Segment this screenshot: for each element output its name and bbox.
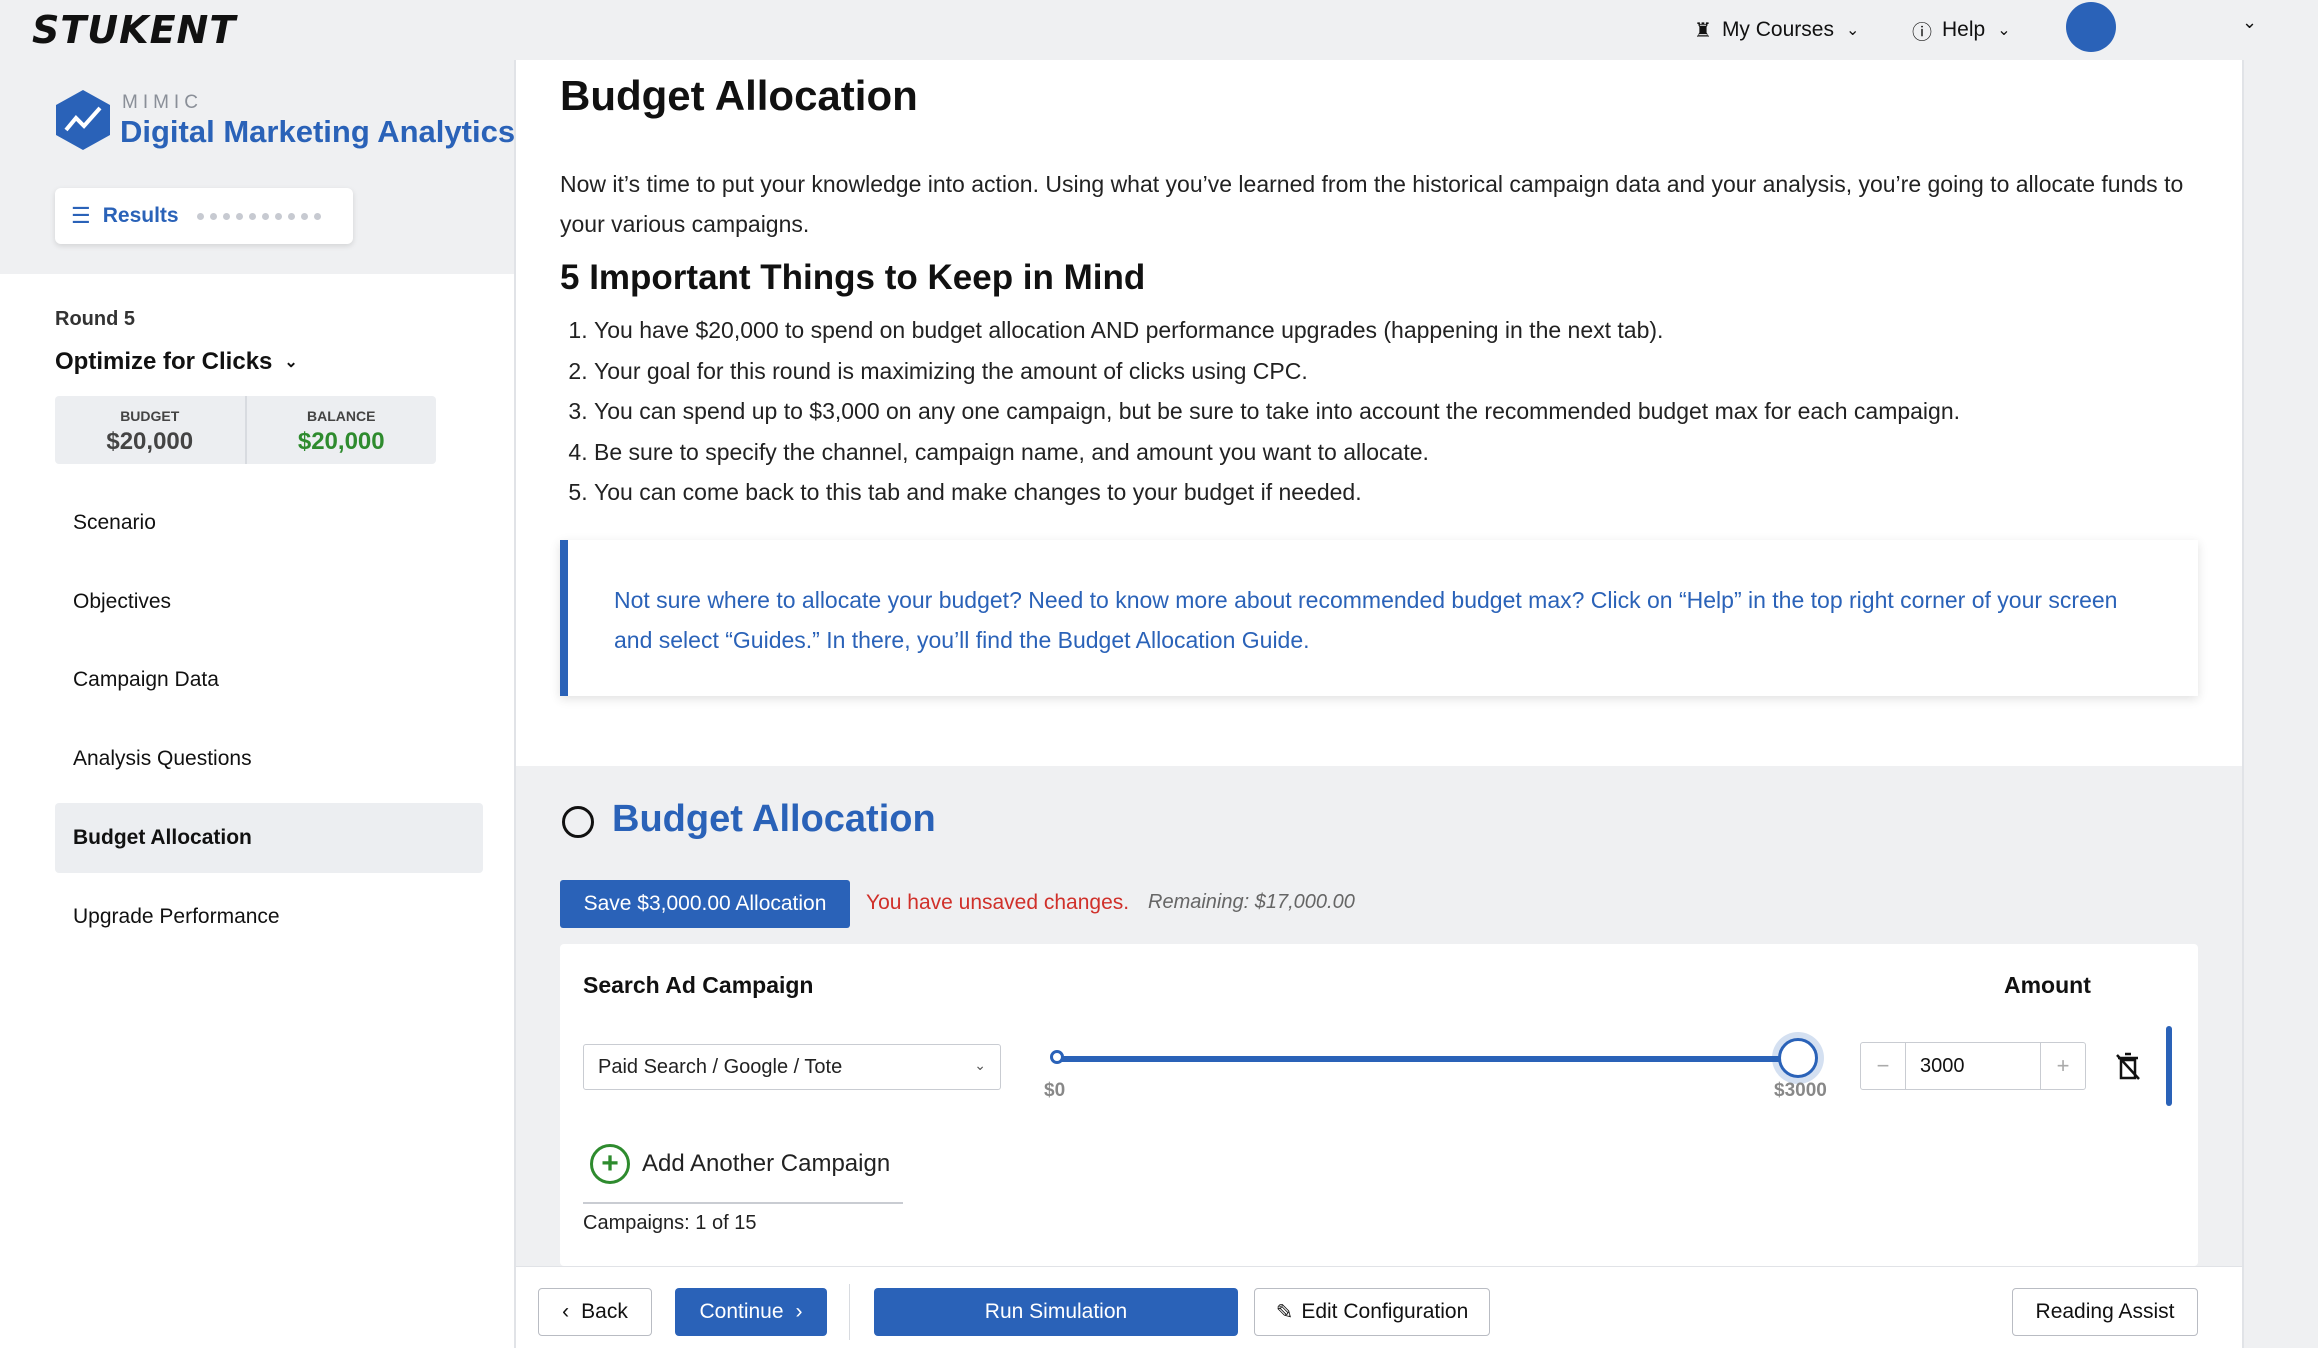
slider-min-marker: [1050, 1050, 1064, 1064]
sidebar-item-analysis-questions[interactable]: Analysis Questions: [55, 724, 483, 794]
divider: [849, 1284, 850, 1340]
unsaved-changes-text: You have unsaved changes.: [866, 891, 1130, 914]
balance-label: BALANCE: [307, 408, 376, 424]
balance-value: $20,000: [297, 428, 385, 455]
round-selector[interactable]: Optimize for Clicks ⌄: [55, 348, 298, 376]
back-label: Back: [581, 1300, 628, 1323]
continue-label: Continue: [699, 1300, 784, 1323]
campaign-card-title: Search Ad Campaign: [583, 972, 814, 998]
results-button[interactable]: ☰ Results: [55, 188, 353, 244]
sidebar-item-upgrade-performance[interactable]: Upgrade Performance: [55, 882, 483, 952]
account-chevron-icon[interactable]: ⌄: [2242, 12, 2257, 33]
campaign-select[interactable]: Paid Search / Google / Tote ⌄: [583, 1044, 1001, 1090]
status-circle-icon: [562, 806, 594, 838]
progress-dots: [196, 212, 321, 220]
divider: [583, 1202, 903, 1204]
amount-header: Amount: [2004, 972, 2091, 998]
chevron-down-icon: ⌄: [1845, 22, 1860, 39]
delete-campaign-icon[interactable]: [2112, 1050, 2144, 1082]
help-callout: Not sure where to allocate your budget? …: [560, 540, 2198, 696]
chevron-left-icon: ‹: [562, 1300, 570, 1323]
plus-icon: +: [590, 1144, 630, 1184]
list-item: Your goal for this round is maximizing t…: [594, 351, 1960, 392]
chevron-down-icon: ⌄: [1997, 22, 2011, 39]
sidebar-item-scenario[interactable]: Scenario: [55, 488, 483, 558]
help-label: Help: [1942, 18, 1986, 41]
round-name: Optimize for Clicks: [55, 348, 273, 375]
sidebar-item-campaign-data[interactable]: Campaign Data: [55, 645, 483, 715]
continue-button[interactable]: Continue ›: [675, 1288, 827, 1336]
budget-cell: BUDGET $20,000: [55, 396, 245, 464]
allocation-title: Budget Allocation: [612, 798, 936, 840]
results-label: Results: [102, 204, 179, 227]
budget-value: $20,000: [106, 428, 194, 455]
menu-icon: ☰: [71, 203, 91, 228]
intro-text: Now it’s time to put your knowledge into…: [560, 171, 2184, 237]
budget-balance-panel: BUDGET $20,000 BALANCE $20,000: [55, 396, 436, 464]
analytics-app-icon: [56, 90, 110, 150]
increment-button[interactable]: +: [2041, 1043, 2085, 1089]
save-allocation-button[interactable]: Save $3,000.00 Allocation: [560, 880, 850, 928]
sidebar-item-objectives[interactable]: Objectives: [55, 567, 483, 637]
my-courses-label: My Courses: [1721, 18, 1834, 41]
active-row-indicator: [2166, 1026, 2172, 1106]
amount-input[interactable]: 3000: [1905, 1043, 2041, 1089]
sidebar-item-budget-allocation[interactable]: Budget Allocation: [55, 803, 483, 873]
slider-fill: [1056, 1056, 1798, 1062]
brand-title: Digital Marketing Analytics: [120, 114, 516, 149]
budget-label: BUDGET: [120, 408, 180, 424]
add-campaign-label: Add Another Campaign: [642, 1150, 891, 1177]
tips-list: You have $20,000 to spend on budget allo…: [594, 310, 1960, 513]
page-title: Budget Allocation: [560, 72, 918, 119]
decrement-button[interactable]: −: [1861, 1043, 1905, 1089]
list-item: Be sure to specify the channel, campaign…: [594, 432, 1960, 473]
my-courses-menu[interactable]: ♜ My Courses ⌄: [1694, 10, 1859, 50]
chevron-right-icon: ›: [795, 1300, 803, 1323]
avatar[interactable]: [2066, 2, 2116, 52]
help-icon: ⓘ: [1912, 21, 1932, 44]
amount-slider[interactable]: [1056, 1056, 1798, 1064]
stukent-logo[interactable]: STUKENT: [32, 8, 236, 52]
help-menu[interactable]: ⓘ Help ⌄: [1912, 10, 2011, 50]
list-item: You can come back to this tab and make c…: [594, 472, 1960, 513]
reading-assist-button[interactable]: Reading Assist: [2012, 1288, 2198, 1336]
round-label: Round 5: [55, 308, 135, 330]
edit-configuration-label: Edit Configuration: [1301, 1300, 1469, 1323]
add-campaign-button[interactable]: + Add Another Campaign: [590, 1144, 890, 1184]
chevron-down-icon: ⌄: [974, 1057, 986, 1073]
list-item: You can spend up to $3,000 on any one ca…: [594, 391, 1960, 432]
remaining-text: Remaining: $17,000.00: [1148, 891, 1355, 913]
slider-handle[interactable]: [1778, 1038, 1818, 1078]
run-simulation-button[interactable]: Run Simulation: [874, 1288, 1238, 1336]
chevron-down-icon: ⌄: [284, 354, 298, 371]
edit-configuration-button[interactable]: ✎ Edit Configuration: [1254, 1288, 1490, 1336]
campaign-count: Campaigns: 1 of 15: [583, 1212, 757, 1234]
section-subtitle: 5 Important Things to Keep in Mind: [560, 258, 1146, 297]
back-button[interactable]: ‹ Back: [538, 1288, 652, 1336]
courses-icon: ♜: [1694, 19, 1712, 42]
brand-eyebrow: MIMIC: [122, 92, 203, 113]
list-item: You have $20,000 to spend on budget allo…: [594, 310, 1960, 351]
slider-min-label: $0: [1044, 1080, 1066, 1101]
pencil-icon: ✎: [1275, 1300, 1294, 1324]
amount-stepper[interactable]: − 3000 +: [1860, 1042, 2086, 1090]
balance-cell: BALANCE $20,000: [244, 396, 437, 464]
campaign-select-value: Paid Search / Google / Tote: [598, 1055, 843, 1078]
slider-max-label: $3000: [1774, 1080, 1827, 1101]
